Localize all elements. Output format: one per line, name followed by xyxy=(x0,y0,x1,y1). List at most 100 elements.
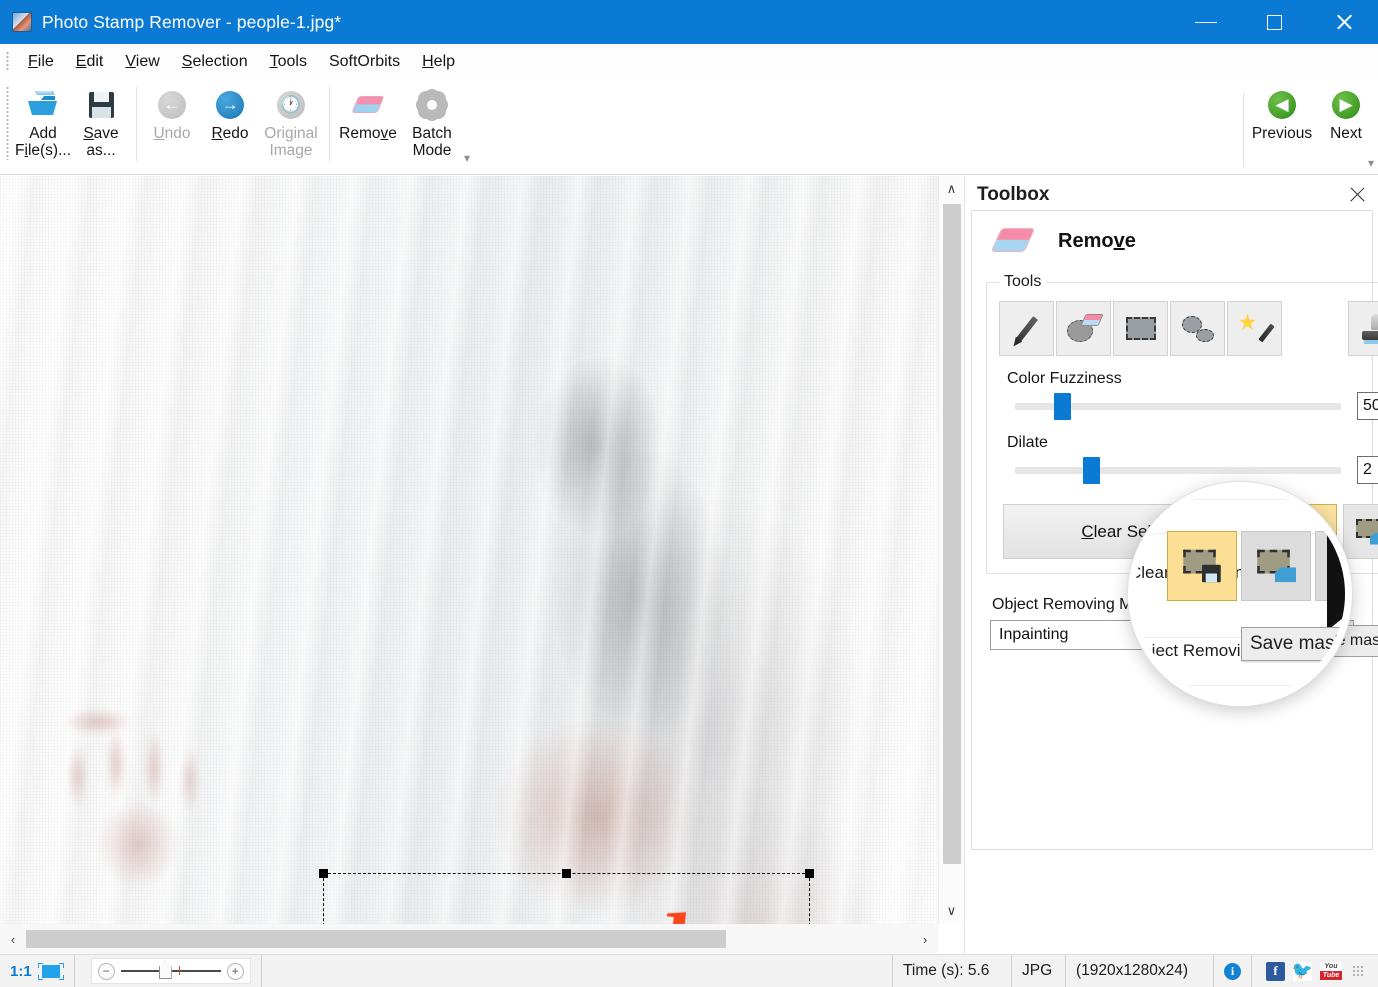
youtube-icon[interactable]: You Tube xyxy=(1320,961,1342,981)
image-canvas[interactable]: Censored xyxy=(0,176,938,924)
save-mask-icon xyxy=(1183,549,1221,583)
dilate-slider-thumb[interactable] xyxy=(1083,456,1101,484)
zoom-ratio-label[interactable]: 1:1 xyxy=(10,963,32,980)
batch-mode-label-line1: Batch xyxy=(412,125,452,142)
rectangle-select-button[interactable] xyxy=(1113,301,1168,356)
dilate-row: 2 xyxy=(999,456,1378,484)
zoom-slider[interactable]: − + xyxy=(90,958,251,984)
dilate-slider[interactable] xyxy=(1015,456,1341,484)
original-image-label-line1: Original xyxy=(264,125,318,142)
menu-item-file[interactable]: File xyxy=(17,50,65,74)
application-window: Photo Stamp Remover - people-1.jpg* File… xyxy=(0,0,1378,987)
menu-item-help[interactable]: Help xyxy=(411,50,466,74)
title-bar: Photo Stamp Remover - people-1.jpg* xyxy=(0,0,1378,44)
save-as-button[interactable]: Save as... xyxy=(72,85,130,160)
previous-button[interactable]: ◀ Previous xyxy=(1250,85,1314,143)
color-fuzziness-slider[interactable] xyxy=(1015,392,1341,420)
ribbon-collapse-icon[interactable]: ▾ xyxy=(1368,156,1374,170)
file-format-cell: JPG xyxy=(1012,954,1066,987)
gear-icon xyxy=(415,88,449,122)
original-image-button[interactable]: 🕐 Original Image xyxy=(259,85,323,160)
processing-time-cell: Time (s): 5.6 xyxy=(892,954,1012,987)
zoom-slider-thumb[interactable] xyxy=(158,961,172,980)
menu-item-edit[interactable]: Edit xyxy=(65,50,115,74)
scroll-down-icon[interactable]: ∨ xyxy=(939,898,965,924)
selection-handle-top-right[interactable] xyxy=(805,869,814,878)
lens-save-mask-button[interactable] xyxy=(1167,531,1237,601)
close-button[interactable] xyxy=(1309,0,1378,44)
toolbox-title: Toolbox xyxy=(977,184,1050,205)
color-fuzziness-value[interactable]: 50 xyxy=(1357,392,1378,420)
zoom-in-button[interactable]: + xyxy=(226,962,244,980)
info-icon[interactable]: i xyxy=(1224,962,1241,980)
menu-item-softorbits[interactable]: SoftOrbits xyxy=(318,50,411,74)
zoom-out-button[interactable]: − xyxy=(97,962,115,980)
dilate-value[interactable]: 2 xyxy=(1357,456,1378,484)
batch-mode-button[interactable]: Batch Mode xyxy=(400,85,464,160)
scroll-up-icon[interactable]: ∧ xyxy=(939,176,965,202)
redo-arrow-icon: → xyxy=(213,88,247,122)
lens-load-mask-button[interactable] xyxy=(1241,531,1311,601)
scroll-left-icon[interactable]: ‹ xyxy=(0,926,26,952)
selection-handle-top-left[interactable] xyxy=(319,869,328,878)
vertical-scroll-track[interactable] xyxy=(939,202,965,898)
fit-to-window-icon[interactable] xyxy=(37,962,64,980)
save-as-label-line1: Save xyxy=(83,125,119,142)
minimize-icon xyxy=(1194,21,1217,23)
menu-drag-grip[interactable] xyxy=(6,51,9,72)
toolbox-close-icon[interactable] xyxy=(1346,184,1368,206)
toolbar-ribbon: Add File(s)... Save as... ← Undo → Redo … xyxy=(0,79,1378,175)
active-tool-title: Remove xyxy=(1058,229,1136,252)
redo-button[interactable]: → Redo xyxy=(201,85,259,143)
tools-group-label: Tools xyxy=(1004,273,1042,290)
selection-rectangle[interactable] xyxy=(319,869,814,924)
remove-ribbon-label: Remove xyxy=(339,125,397,142)
menu-item-tools[interactable]: Tools xyxy=(259,50,318,74)
magic-wand-icon xyxy=(1238,313,1275,344)
twitter-icon[interactable]: 🐦 xyxy=(1292,961,1313,981)
selection-handle-top-center[interactable] xyxy=(561,869,571,878)
magic-wand-button[interactable] xyxy=(1227,301,1282,356)
marker-pencil-icon xyxy=(1015,315,1038,342)
previous-label: Previous xyxy=(1251,125,1313,142)
resize-grip-icon[interactable] xyxy=(1352,965,1364,977)
clone-stamp-button[interactable] xyxy=(1348,301,1378,356)
next-button[interactable]: ▶ Next xyxy=(1314,85,1378,143)
lens-line-4 xyxy=(1135,685,1345,686)
canvas-vertical-scrollbar[interactable]: ∧ ∨ xyxy=(938,176,964,924)
ribbon-overflow-icon[interactable]: ▾ xyxy=(464,151,470,165)
close-icon xyxy=(1335,13,1353,31)
canvas-horizontal-scrollbar[interactable]: ‹ › xyxy=(0,924,938,954)
load-mask-icon xyxy=(1356,518,1378,545)
eraser-tool-icon xyxy=(1066,313,1104,344)
redo-label: Redo xyxy=(211,125,249,142)
eraser-tool-button[interactable] xyxy=(1056,301,1111,356)
eraser-icon xyxy=(990,223,1036,259)
remove-ribbon-button[interactable]: Remove xyxy=(336,85,400,143)
facebook-icon[interactable]: f xyxy=(1266,961,1285,981)
zoom-slider-track[interactable] xyxy=(120,961,221,980)
menu-item-selection[interactable]: Selection xyxy=(171,50,259,74)
horizontal-scroll-thumb[interactable] xyxy=(26,930,726,948)
object-removing-mode-value: Inpainting xyxy=(999,626,1069,643)
horizontal-scroll-track[interactable] xyxy=(26,924,912,954)
maximize-button[interactable] xyxy=(1240,0,1309,44)
vertical-scroll-thumb[interactable] xyxy=(942,204,961,864)
load-mask-icon xyxy=(1257,549,1296,583)
add-files-button[interactable]: Add File(s)... xyxy=(14,85,72,160)
batch-mode-label-line2: Mode xyxy=(412,142,452,159)
original-image-label-line2: Image xyxy=(269,142,313,159)
ribbon-drag-grip[interactable] xyxy=(6,86,9,160)
lasso-select-button[interactable] xyxy=(1170,301,1225,356)
undo-button[interactable]: ← Undo xyxy=(143,85,201,143)
menu-item-view[interactable]: View xyxy=(114,50,170,74)
scroll-right-icon[interactable]: › xyxy=(912,926,938,952)
load-mask-button[interactable] xyxy=(1343,504,1378,559)
status-bar: 1:1 − + Time (s): 5.6 JPG (1920x1280x24)… xyxy=(0,954,1378,987)
active-tool-header: Remove xyxy=(972,211,1372,269)
marker-tool-button[interactable] xyxy=(999,301,1054,356)
color-fuzziness-slider-thumb[interactable] xyxy=(1054,392,1072,420)
save-mask-tooltip: Save mask xyxy=(1241,627,1345,661)
ribbon-group-navigation: ◀ Previous ▶ Next ▾ xyxy=(1237,79,1378,170)
minimize-button[interactable] xyxy=(1171,0,1240,44)
